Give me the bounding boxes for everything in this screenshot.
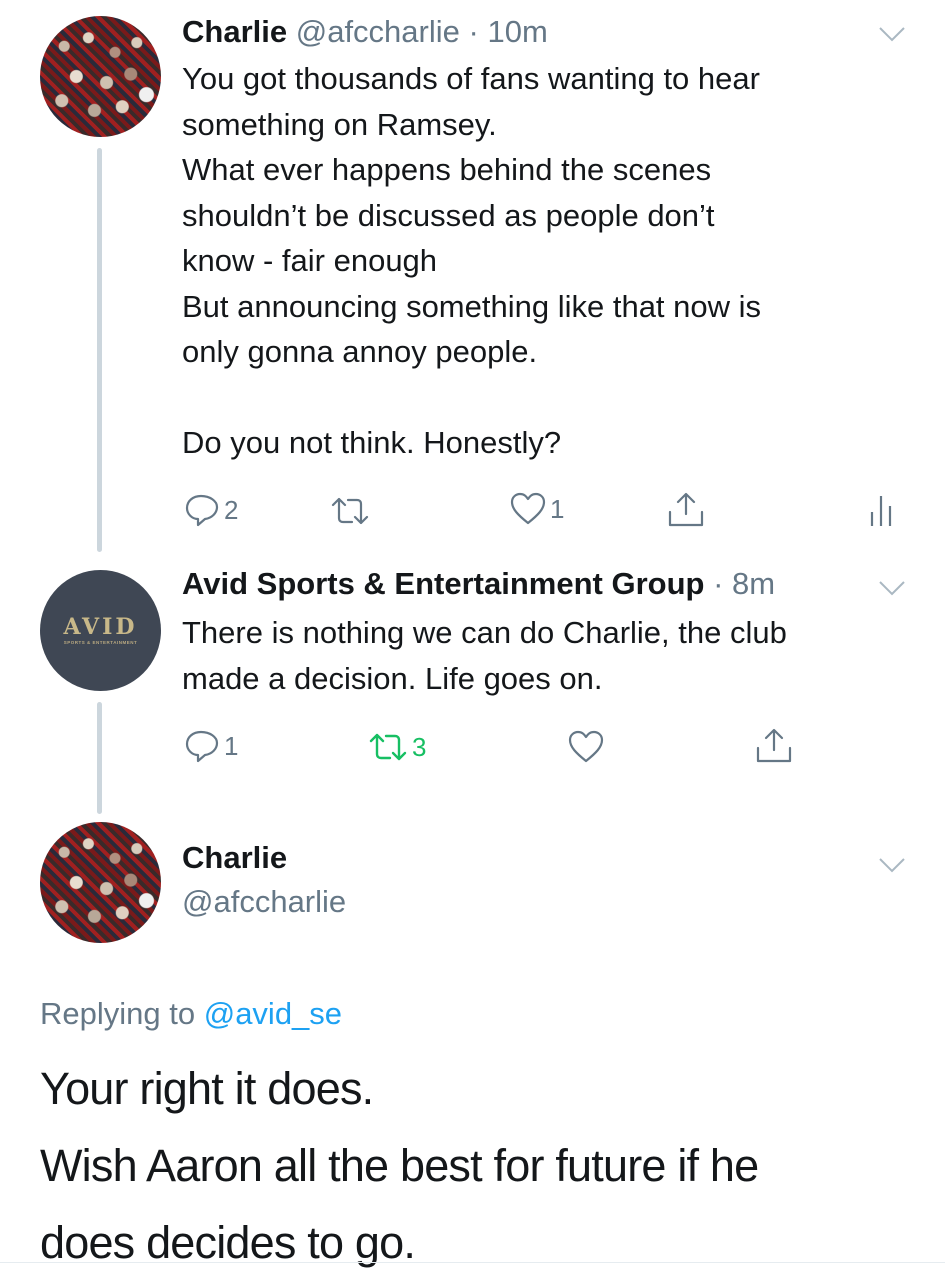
replying-prefix: Replying to	[40, 996, 196, 1031]
retweet-button[interactable]: 3	[368, 730, 426, 764]
replying-to: Replying to @avid_se	[40, 996, 342, 1032]
tweet-1-actions: 2 1	[182, 492, 922, 532]
share-icon	[756, 728, 792, 763]
tweet-1-author-handle[interactable]: @afccharlie	[296, 14, 460, 49]
reply-count: 1	[224, 730, 239, 761]
focused-author-handle[interactable]: @afccharlie	[182, 884, 346, 920]
separator-dot: ·	[713, 566, 724, 601]
retweet-icon	[331, 497, 369, 525]
reply-button[interactable]: 1	[184, 728, 238, 764]
heart-icon	[568, 730, 604, 763]
separator-dot: ·	[468, 14, 479, 49]
avatar-avid[interactable]: AVID SPORTS & ENTERTAINMENT	[40, 570, 161, 691]
reply-button[interactable]: 2	[184, 492, 238, 528]
chevron-down-icon[interactable]	[878, 855, 906, 875]
tweet-2-author-name[interactable]: Avid Sports & Entertainment Group	[182, 566, 704, 601]
replying-mention-link[interactable]: @avid_se	[204, 996, 342, 1031]
tweet-2-actions: 1 3	[182, 728, 922, 768]
like-count: 1	[550, 493, 565, 524]
focused-tweet-text: Your right it does. Wish Aaron all the b…	[40, 1063, 759, 1268]
tweet-1-timestamp[interactable]: 10m	[487, 14, 547, 49]
like-button[interactable]	[568, 730, 608, 764]
divider	[0, 1262, 945, 1263]
avatar-charlie[interactable]	[40, 16, 161, 137]
avid-logo: AVID	[63, 614, 138, 640]
retweet-count: 3	[412, 731, 427, 762]
tweet-1-author-name[interactable]: Charlie	[182, 14, 287, 49]
share-icon	[668, 492, 704, 527]
reply-count: 2	[224, 494, 239, 525]
chevron-down-icon[interactable]	[878, 24, 906, 44]
analytics-icon	[870, 496, 892, 526]
tweet-2-header: Avid Sports & Entertainment Group · 8m	[182, 564, 775, 604]
like-button[interactable]: 1	[510, 492, 564, 526]
share-button[interactable]	[754, 728, 794, 764]
analytics-button[interactable]	[868, 492, 896, 528]
avatar-charlie[interactable]	[40, 822, 161, 943]
tweet-1-header: Charlie @afccharlie · 10m	[182, 12, 548, 52]
retweet-icon	[369, 733, 407, 761]
share-button[interactable]	[666, 492, 706, 528]
tweet-1-text: You got thousands of fans wanting to hea…	[182, 61, 762, 460]
avid-logo-subtitle: SPORTS & ENTERTAINMENT	[63, 640, 138, 645]
thread-connector	[97, 148, 102, 552]
thread-connector	[97, 702, 102, 814]
focused-author-name[interactable]: Charlie	[182, 840, 287, 876]
retweet-button[interactable]	[330, 494, 374, 528]
reply-icon	[185, 730, 219, 763]
reply-icon	[185, 494, 219, 527]
chevron-down-icon[interactable]	[878, 578, 906, 598]
heart-icon	[510, 492, 546, 525]
tweet-2-text: There is nothing we can do Charlie, the …	[182, 615, 787, 696]
tweet-2-timestamp[interactable]: 8m	[732, 566, 775, 601]
